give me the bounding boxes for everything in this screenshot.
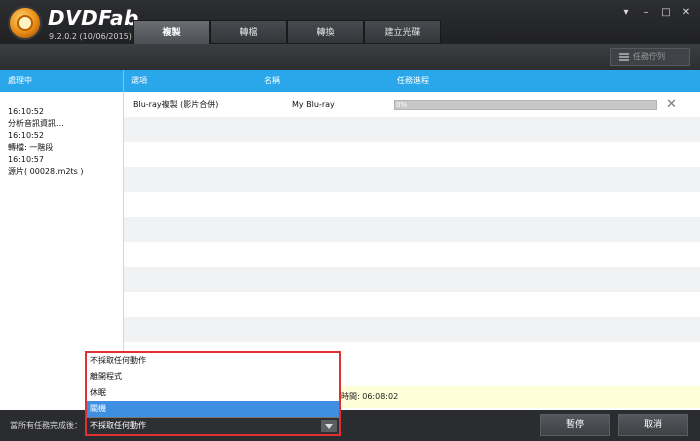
task-table-header: 選項 名稱 任務進程 [124,70,700,92]
log-line: 轉檔: 一階段 [8,143,54,152]
log-line: 16:10:52 [8,107,44,116]
minimize-icon[interactable]: – [640,7,652,19]
dvdfab-logo [8,6,42,40]
table-row [124,167,700,192]
table-row [124,117,700,142]
log-line: 16:10:52 [8,131,44,140]
table-row [124,217,700,242]
after-tasks-select[interactable]: 不採取任何動作 [87,417,339,434]
dropdown-option-hibernate[interactable]: 休眠 [87,385,339,401]
table-row[interactable]: Blu-ray複製 (影片合併) My Blu-ray 0% ✕ [124,92,700,117]
table-row [124,292,700,317]
table-row [124,267,700,292]
task-queue-button[interactable]: 任務佇列 [610,48,690,66]
maximize-icon[interactable]: □ [660,7,672,19]
task-queue-label: 任務佇列 [633,52,665,61]
pause-button[interactable]: 暫停 [540,414,610,436]
task-progress-text: 0% [396,101,408,109]
tab-converter[interactable]: 轉換 [287,20,364,44]
cancel-button[interactable]: 取消 [618,414,688,436]
app-name: DVDFab [48,6,139,30]
task-name: My Blu-ray [292,100,335,109]
title-bar: DVDFab 9.2.0.2 (10/06/2015) 複製 轉檔 轉換 建立光… [0,0,700,48]
task-progress-bar: 0% [394,100,657,110]
processing-header: 處理中 [0,70,124,92]
after-tasks-label: 當所有任務完成後： [10,421,82,430]
log-line: 分析音訊資訊... [8,119,64,128]
menu-dropdown-icon[interactable]: ▾ [620,7,632,19]
table-row [124,242,700,267]
after-tasks-dropdown[interactable]: 不採取任何動作 離開程式 休眠 關機 不採取任何動作 [85,351,341,436]
list-icon [619,53,629,61]
table-row [124,192,700,217]
close-icon[interactable]: ✕ [680,7,692,19]
tab-copy[interactable]: 複製 [133,20,210,46]
option-column-header[interactable]: 選項 [131,70,147,92]
tab-ripper[interactable]: 轉檔 [210,20,287,44]
table-row [124,142,700,167]
dropdown-option-exit[interactable]: 離開程式 [87,369,339,385]
dropdown-option-shutdown[interactable]: 關機 [87,401,339,417]
dropdown-option-no-action[interactable]: 不採取任何動作 [87,353,339,369]
time-remaining: 時間: 06:08:02 [341,392,399,401]
sub-toolbar: 任務佇列 [0,44,700,70]
progress-column-header[interactable]: 任務進程 [397,70,429,92]
app-version: 9.2.0.2 (10/06/2015) [49,32,132,41]
tab-creator[interactable]: 建立光碟 [364,20,441,44]
table-row [124,317,700,342]
chevron-down-icon[interactable] [321,420,337,432]
task-option: Blu-ray複製 (影片合併) [133,100,219,109]
log-line: 源片( 00028.m2ts ) [8,167,84,176]
remove-task-icon[interactable]: ✕ [666,92,677,117]
name-column-header[interactable]: 名稱 [264,70,280,92]
selected-value: 不採取任何動作 [90,421,146,430]
log-line: 16:10:57 [8,155,44,164]
